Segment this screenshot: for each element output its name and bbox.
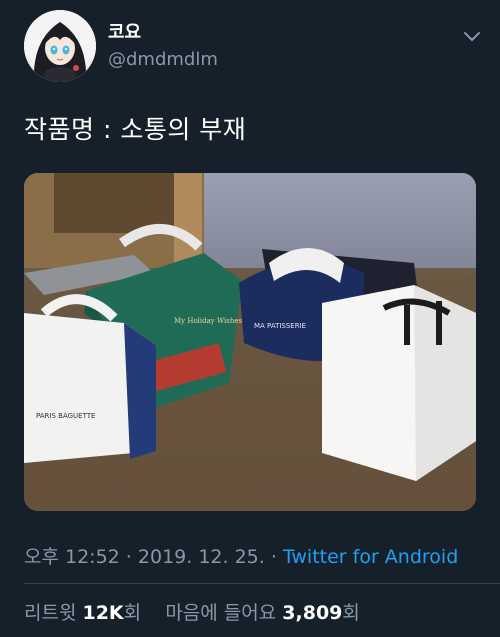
tweet-date: 2019. 12. 25. (137, 546, 265, 568)
divider (24, 583, 500, 584)
tweet-header: 코요 @dmdmdlm (24, 10, 484, 82)
meta-separator: · (119, 546, 138, 568)
tweet-time: 오후 12:52 (24, 546, 120, 568)
likes-unit: 회 (342, 602, 360, 624)
tweet-source-link[interactable]: Twitter for Android (283, 546, 458, 568)
retweets-stat[interactable]: 리트윗 12K회 (24, 602, 141, 624)
retweets-label: 리트윗 (24, 602, 83, 624)
tweet-meta: 오후 12:52 · 2019. 12. 25. · Twitter for A… (24, 542, 458, 569)
likes-count: 3,809 (282, 602, 343, 624)
user-handle[interactable]: @dmdmdlm (108, 48, 218, 72)
chevron-down-icon[interactable] (460, 24, 484, 48)
tweet-text: 작품명 : 소통의 부재 (24, 115, 247, 144)
box-label-ma-patisserie: MA PATISSERIE (254, 322, 306, 330)
likes-label: 마음에 들어요 (165, 602, 283, 624)
tweet-stats: 리트윗 12K회 마음에 들어요 3,809회 (24, 598, 360, 625)
box-label-paris-baguette: PARIS BAGUETTE (36, 412, 95, 420)
meta-separator: · (264, 546, 283, 568)
retweets-unit: 회 (123, 602, 142, 624)
avatar[interactable] (24, 10, 96, 82)
box-label-holiday: My Holiday Wishes (174, 317, 243, 325)
retweets-count: 12K (82, 602, 124, 624)
likes-stat[interactable]: 마음에 들어요 3,809회 (165, 602, 360, 624)
tweet-photo[interactable]: PARIS BAGUETTE My Holiday Wishes MA PATI… (24, 173, 476, 511)
display-name[interactable]: 코요 (108, 22, 218, 44)
